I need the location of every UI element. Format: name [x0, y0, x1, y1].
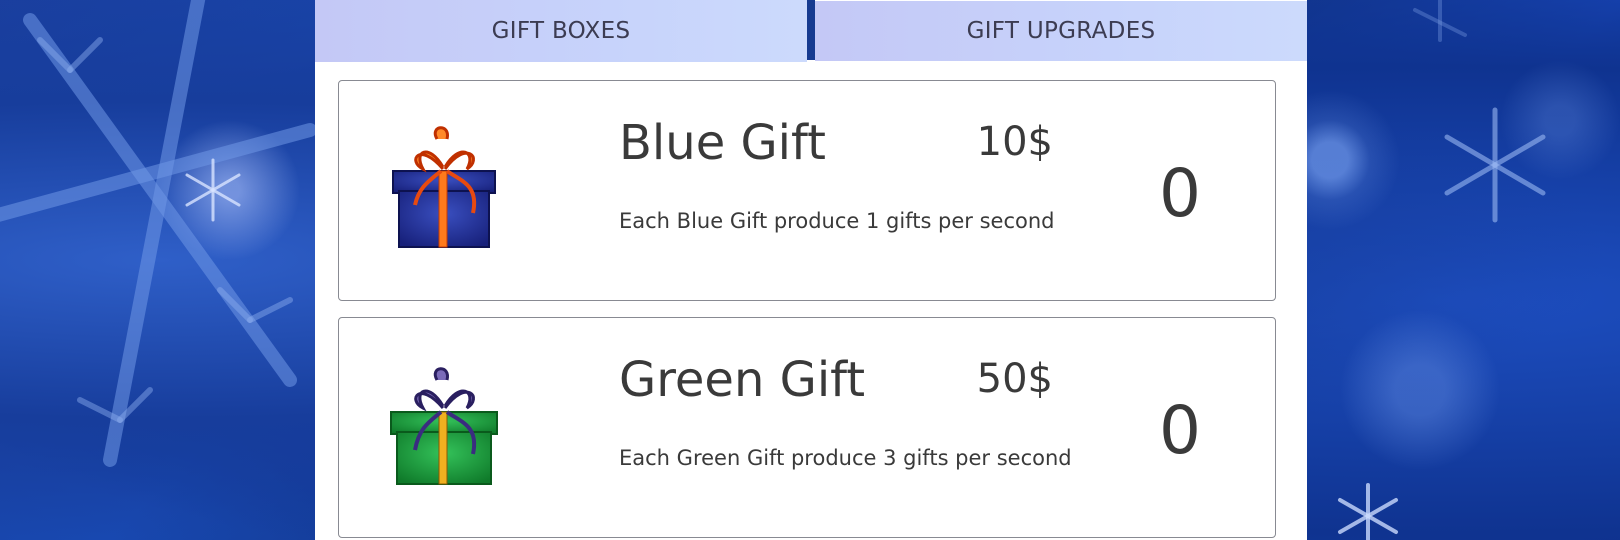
tab-divider — [807, 0, 815, 60]
gift-price: 10$ — [976, 119, 1053, 165]
green-gift-box-icon — [390, 367, 498, 485]
tab-gift-boxes[interactable]: GIFT BOXES — [315, 0, 807, 62]
tab-gift-boxes-label: GIFT BOXES — [491, 18, 631, 44]
gift-name: Green Gift — [619, 352, 866, 408]
gift-name: Blue Gift — [619, 115, 826, 171]
gift-card-green[interactable]: Green Gift 50$ Each Green Gift produce 3… — [338, 317, 1276, 538]
tab-gift-upgrades[interactable]: GIFT UPGRADES — [815, 1, 1307, 61]
gift-description: Each Blue Gift produce 1 gifts per secon… — [619, 209, 1055, 233]
gift-price: 50$ — [976, 356, 1053, 402]
gift-count: 0 — [1159, 155, 1201, 232]
blue-gift-box-icon — [392, 126, 496, 248]
tab-gift-upgrades-label: GIFT UPGRADES — [966, 18, 1156, 44]
gift-count: 0 — [1159, 392, 1201, 469]
gift-card-blue[interactable]: Blue Gift 10$ Each Blue Gift produce 1 g… — [338, 80, 1276, 301]
gift-description: Each Green Gift produce 3 gifts per seco… — [619, 446, 1072, 470]
